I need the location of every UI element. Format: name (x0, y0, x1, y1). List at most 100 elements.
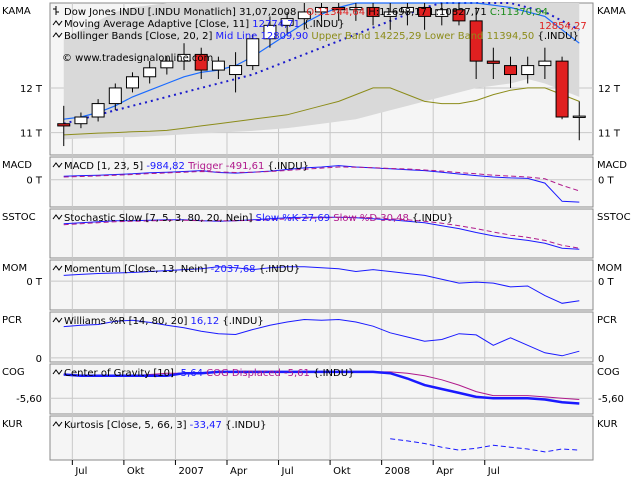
legend-text-part: {.INDU} (222, 420, 267, 431)
panel-kur: Kurtosis [Close, 5, 66, 3] -33,47 {.INDU… (49, 415, 594, 461)
panel-label-right: KAMA (597, 6, 626, 17)
x-tick-label: Jul (487, 466, 500, 477)
legend-text-part: {.INDU} (409, 213, 454, 224)
y-tick-label-right: 12 T (598, 84, 621, 95)
last-value-tag: 12854,27 (539, 21, 587, 32)
y-tick-label-left: 12 T (20, 84, 43, 95)
legend-text: Williams %R [14, 80, 20] 16,12 {.INDU} (64, 316, 264, 327)
legend-text-part: {.INDU} (310, 368, 355, 379)
x-tick-label: Okt (333, 466, 351, 477)
y-tick-label-left: 0 T (26, 277, 43, 288)
legend-text-part: Kurtosis [Close, 5, 66, 3] (64, 420, 190, 431)
legend-text: Dow Jones INDU [.INDU Monatlich] 31,07,2… (64, 7, 548, 18)
panel-label-left: COG (2, 367, 25, 378)
legend-text-part: {.INDU} (300, 19, 345, 30)
panel-price: Dow Jones INDU [.INDU Monatlich] 31,07,2… (49, 2, 594, 156)
y-tick-label-right: 0 T (598, 176, 615, 187)
watermark-text: © www.tradesignalonline.com (62, 53, 213, 64)
x-tick-label: Okt (127, 466, 145, 477)
legend-text-part: Momentum [Close, 13, Nein] (64, 264, 211, 275)
candle-body (246, 38, 260, 67)
legend-text: Stochastic Slow [7, 5, 3, 80, 20, Nein] … (64, 213, 453, 224)
candle-body (57, 123, 71, 127)
legend-text: Kurtosis [Close, 5, 66, 3] -33,47 {.INDU… (64, 420, 266, 431)
x-tick-label: Jul (74, 466, 87, 477)
legend-text-part: Stochastic Slow [7, 5, 3, 80, 20, Nein] (64, 213, 256, 224)
panel-mom: Momentum [Close, 13, Nein] -2037,68 {.IN… (49, 259, 594, 311)
legend-text-part: Trigger -491,61 (185, 161, 264, 172)
y-tick-label-right: 0 (598, 354, 604, 365)
x-tick-label: Jul (281, 466, 294, 477)
candle-body (555, 60, 569, 118)
panel-sstoc: Stochastic Slow [7, 5, 3, 80, 20, Nein] … (49, 208, 594, 259)
legend-text-part: Moving Average Adaptive [Close, 11] (64, 19, 252, 30)
panel-label-right: KUR (597, 419, 618, 430)
legend-text-part: {.INDU} (264, 161, 309, 172)
legend-text-part: {.INDU} (534, 31, 579, 42)
legend-text-part: {.INDU} (256, 264, 301, 275)
legend-text-part: C:11370,94 (490, 7, 548, 18)
legend-text-part: Bollinger Bands [Close, 20, 2] (64, 31, 216, 42)
legend-text-part: Dow Jones INDU [.INDU Monatlich] 31,07,2… (64, 7, 306, 18)
candle-body (229, 65, 243, 76)
panel-label-right: COG (597, 367, 620, 378)
panel-label-left: MACD (2, 160, 32, 171)
panel-label-left: MOM (2, 263, 27, 274)
legend-text: MACD [1, 23, 5] -984,82 Trigger -491,61 … (64, 161, 309, 172)
legend-text-part: Slow %D 30,48 (330, 213, 409, 224)
legend-text-part: -33,47 (190, 420, 222, 431)
candle-body (74, 116, 88, 125)
panel-label-left: KAMA (2, 6, 31, 17)
panel-macd: MACD [1, 23, 5] -984,82 Trigger -491,61 … (49, 156, 594, 208)
candle-body (143, 67, 157, 78)
panel-cog: Center of Gravity [10] -5,64 COG Displac… (49, 363, 594, 415)
legend-text-part: Mid Line 12809,90 (216, 31, 309, 42)
candle-body (504, 65, 518, 76)
y-tick-label-left: 0 T (26, 176, 43, 187)
legend-text: Center of Gravity [10] -5,64 COG Displac… (64, 368, 354, 379)
panel-pcr: Williams %R [14, 80, 20] 16,12 {.INDU} (49, 311, 594, 363)
legend-text-part: Center of Gravity [10] (64, 368, 177, 379)
legend-text-part: 16,12 (191, 316, 220, 327)
panel-label-right: MOM (597, 263, 622, 274)
y-tick-label-right: 11 T (598, 129, 621, 140)
legend-text-part: 12774,71 (252, 19, 300, 30)
legend-text-part: -5,64 (177, 368, 203, 379)
indicator-chart: Dow Jones INDU [.INDU Monatlich] 31,07,2… (0, 0, 640, 480)
panel-label-right: PCR (597, 315, 617, 326)
legend-text: Momentum [Close, 13, Nein] -2037,68 {.IN… (64, 264, 300, 275)
y-tick-label-left: 0 (36, 354, 42, 365)
candle-body (538, 60, 552, 67)
y-tick-label-right: 0 T (598, 277, 615, 288)
x-tick-label: Apr (230, 466, 248, 477)
candle-body (91, 103, 105, 118)
candle-body (108, 87, 122, 105)
legend-text-part: Williams %R [14, 80, 20] (64, 316, 191, 327)
candle-body (572, 115, 586, 118)
legend-text-part: -2037,68 (211, 264, 256, 275)
legend-text: Bollinger Bands [Close, 20, 2] Mid Line … (64, 31, 579, 42)
panel-label-right: SSTOC (597, 212, 631, 223)
legend-text-part: MACD [1, 23, 5] (64, 161, 146, 172)
panel-label-right: MACD (597, 160, 627, 171)
legend-text-part: {.INDU} (219, 316, 264, 327)
candle-body (211, 60, 225, 71)
x-tick-label: 2008 (385, 466, 410, 477)
legend-text-part: Slow %K 27,69 (256, 213, 330, 224)
y-tick-label-right: -5,60 (598, 394, 624, 405)
legend-text-part: H:11698,17 L:10827,71 (365, 7, 490, 18)
panel-label-left: KUR (2, 419, 23, 430)
legend-text-part: O:11344,64 (306, 7, 365, 18)
x-tick-label: 2007 (178, 466, 203, 477)
legend-text-part: COG Displaced -5,61 (203, 368, 310, 379)
candle-body (125, 76, 139, 89)
panel-label-left: SSTOC (2, 212, 36, 223)
y-tick-label-left: -5,60 (16, 394, 42, 405)
legend-text-part: -984,82 (146, 161, 185, 172)
x-tick-label: Apr (436, 466, 454, 477)
legend-text-part: Upper Band 14225,29 Lower Band 11394,50 (308, 31, 534, 42)
panel-label-left: PCR (2, 315, 22, 326)
candle-body (521, 65, 535, 76)
legend-text: Moving Average Adaptive [Close, 11] 1277… (64, 19, 345, 30)
candle-body (486, 60, 500, 64)
